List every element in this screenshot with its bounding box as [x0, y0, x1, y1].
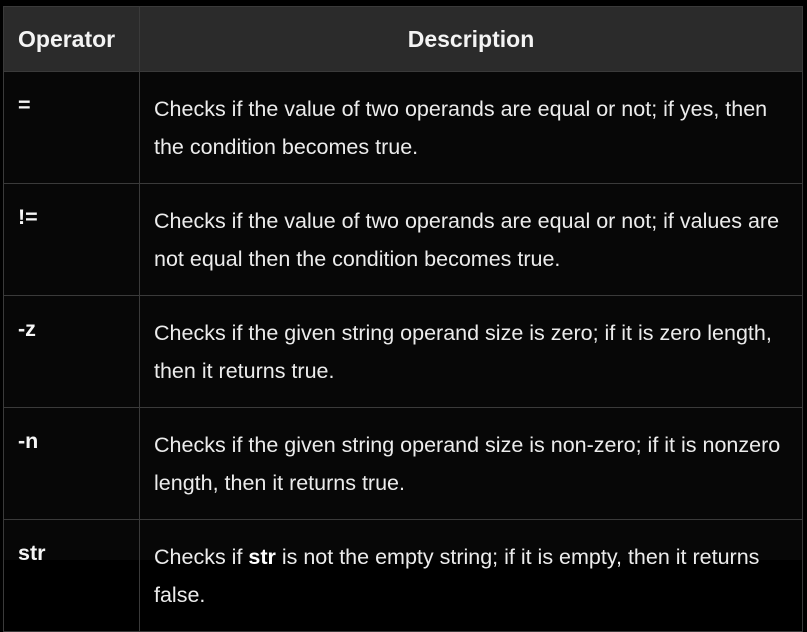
description-text-strong: str [248, 544, 276, 569]
description-cell: Checks if the given string operand size … [139, 295, 803, 408]
operator-cell: = [3, 71, 140, 184]
table-row: != Checks if the value of two operands a… [3, 183, 803, 296]
operator-cell: -n [3, 407, 140, 520]
operator-cell: -z [3, 295, 140, 408]
operator-column-header: Operator [3, 6, 140, 72]
table-row: = Checks if the value of two operands ar… [3, 71, 803, 184]
description-cell: Checks if the value of two operands are … [139, 71, 803, 184]
operator-cell: != [3, 183, 140, 296]
description-text-pre: Checks if [154, 544, 249, 569]
table-row: -z Checks if the given string operand si… [3, 295, 803, 408]
description-column-header: Description [139, 6, 803, 72]
operators-table-container: Operator Description = Checks if the val… [3, 6, 803, 632]
table-row: str Checks if str is not the empty strin… [3, 519, 803, 632]
string-operators-table: Operator Description = Checks if the val… [3, 6, 803, 632]
description-cell: Checks if str is not the empty string; i… [139, 519, 803, 632]
operator-cell: str [3, 519, 140, 632]
description-cell: Checks if the given string operand size … [139, 407, 803, 520]
table-header-row: Operator Description [3, 6, 803, 72]
description-cell: Checks if the value of two operands are … [139, 183, 803, 296]
table-row: -n Checks if the given string operand si… [3, 407, 803, 520]
